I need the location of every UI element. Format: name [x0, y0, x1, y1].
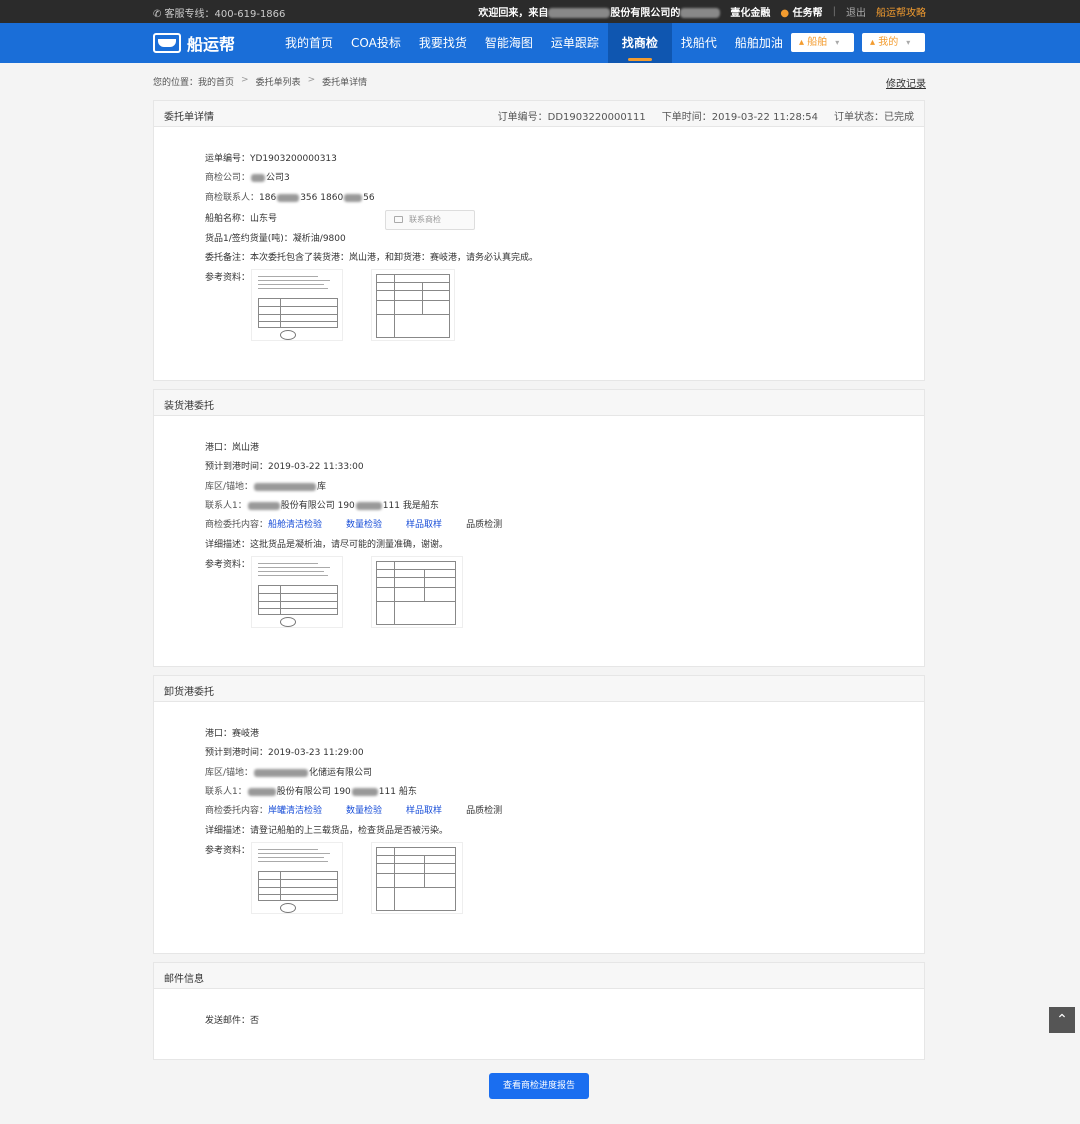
- inspection-content: 商检委托内容：船舱清洁检验 数量检验 样品取样 品质检测: [205, 520, 503, 530]
- eta: 预计到港时间：2019-03-23 11:29:00: [205, 748, 364, 758]
- nav-item-inspection[interactable]: 找商检: [607, 23, 672, 63]
- inspection-company: 商检公司： 公司3: [205, 173, 290, 183]
- nav-item-home[interactable]: 我的首页: [276, 23, 342, 63]
- welcome-text: 欢迎回来，来自 股份有限公司的: [478, 4, 721, 19]
- contact-inspection-button[interactable]: 联系商检: [385, 210, 475, 230]
- user-icon: ▴: [870, 37, 876, 48]
- logo-icon: [153, 33, 181, 53]
- panel-title: 邮件信息: [164, 974, 204, 985]
- inspection-item-link[interactable]: 数量检验: [346, 520, 382, 530]
- port-name: 港口：赛岐港: [205, 729, 260, 739]
- order-detail-panel: 委托单详情 订单编号：DD1903220000111 下单时间：2019-03-…: [153, 100, 925, 381]
- detail-description: 详细描述：这批货品是凝析油，请尽可能的测量准确，谢谢。: [205, 540, 449, 550]
- guide-link[interactable]: 船运帮攻略: [876, 4, 926, 19]
- order-time: 下单时间：2019-03-22 11:28:54: [661, 112, 818, 123]
- hotline-text: ✆ 客服专线：400-619-1866: [153, 9, 286, 20]
- nav-item-smart-chart[interactable]: 智能海图: [476, 23, 542, 63]
- reference-document-thumbnail[interactable]: [251, 269, 343, 341]
- cargo-info: 货品1/签约货量(吨)：凝析油/9800: [205, 234, 346, 244]
- chat-icon: ●: [780, 8, 790, 19]
- main-nav: 船运帮 我的首页 COA投标 我要找货 智能海图 运单跟踪 找商检 找船代 船舶…: [0, 23, 1080, 63]
- ship-name: 船舶名称：山东号: [205, 214, 278, 224]
- inspection-item-link[interactable]: 船舱清洁检验: [268, 520, 322, 530]
- storage-area: 库区/锚地：库: [205, 482, 327, 492]
- order-meta: 订单编号：DD1903220000111 下单时间：2019-03-22 11:…: [498, 108, 914, 123]
- panel-header: 委托单详情 订单编号：DD1903220000111 下单时间：2019-03-…: [154, 101, 924, 127]
- chevron-down-icon: ▾: [835, 38, 840, 47]
- panel-title: 卸货港委托: [164, 687, 214, 698]
- breadcrumb-current: 委托单详情: [322, 78, 368, 88]
- panel-header: 装货港委托: [154, 390, 924, 416]
- inspection-item: 品质检测: [466, 520, 503, 530]
- mail-info-panel: 邮件信息 发送邮件：否: [153, 962, 925, 1060]
- logo-text: 船运帮: [187, 35, 236, 54]
- panel-header: 邮件信息: [154, 963, 924, 989]
- port-name: 港口：岚山港: [205, 443, 260, 453]
- logo[interactable]: 船运帮: [153, 31, 235, 55]
- nav-items: 我的首页 COA投标 我要找货 智能海图 运单跟踪 找商检 找船代 船舶加油: [276, 23, 792, 63]
- reference-label: 参考资料：: [205, 560, 251, 570]
- order-number: 订单编号：DD1903220000111: [497, 112, 646, 123]
- storage-area: 库区/锚地： 化储运有限公司: [205, 768, 373, 778]
- nav-item-find-cargo[interactable]: 我要找货: [410, 23, 476, 63]
- breadcrumb-home[interactable]: 您的位置：我的首页: [153, 75, 234, 88]
- loading-port-panel: 装货港委托 港口：岚山港 预计到港时间：2019-03-22 11:33:00 …: [153, 389, 925, 667]
- inspection-item-link[interactable]: 数量检验: [346, 806, 382, 816]
- contact-person: 联系人1： 股份有限公司 190 111 船东: [205, 787, 417, 797]
- panel-header: 卸货港委托: [154, 676, 924, 702]
- breadcrumb: 您的位置：我的首页 > 委托单列表 > 委托单详情: [153, 75, 368, 88]
- view-report-button[interactable]: 查看商检进度报告: [489, 1073, 589, 1099]
- panel-title: 委托单详情: [164, 112, 214, 123]
- nav-item-ship-agent[interactable]: 找船代: [672, 23, 726, 63]
- send-mail-status: 发送邮件：否: [205, 1016, 260, 1026]
- inspection-item-link[interactable]: 样品取样: [406, 806, 442, 816]
- nav-item-bunkering[interactable]: 船舶加油: [726, 23, 792, 63]
- nav-item-coa[interactable]: COA投标: [342, 23, 410, 63]
- finance-link[interactable]: 壹化金融: [730, 4, 770, 19]
- inspection-item: 品质检测: [466, 806, 503, 816]
- waybill-number: 运单编号：YD1903200000313: [205, 154, 337, 164]
- task-link[interactable]: ● 任务帮: [780, 4, 822, 19]
- reference-document-thumbnail[interactable]: [251, 556, 343, 628]
- top-right-links: 欢迎回来，来自 股份有限公司的 壹化金融 ● 任务帮 | 退出 船运帮攻略: [478, 4, 926, 19]
- contact-person: 联系人1： 股份有限公司 190 111 我是船东: [205, 501, 439, 511]
- inspection-contact: 商检联系人：186 356 1860 56: [205, 193, 375, 203]
- modify-log-link[interactable]: 修改记录: [886, 75, 926, 90]
- reference-document-thumbnail[interactable]: [251, 842, 343, 914]
- detail-description: 详细描述：请登记船舶的上三载货品，检查货品是否被污染。: [205, 826, 449, 836]
- mine-dropdown-button[interactable]: ▴ 我的 ▾: [862, 33, 925, 52]
- reference-document-thumbnail[interactable]: [371, 556, 463, 628]
- order-status: 订单状态：已完成: [834, 112, 914, 123]
- divider: |: [832, 6, 836, 17]
- chevron-down-icon: ▾: [906, 38, 911, 47]
- reference-label: 参考资料：: [205, 846, 251, 856]
- scroll-to-top-button[interactable]: ⌃: [1049, 1007, 1075, 1033]
- reference-document-thumbnail[interactable]: [371, 269, 455, 341]
- ship-icon: ▴: [799, 37, 805, 48]
- unloading-port-panel: 卸货港委托 港口：赛岐港 预计到港时间：2019-03-23 11:29:00 …: [153, 675, 925, 954]
- breadcrumb-list[interactable]: 委托单列表: [256, 75, 301, 88]
- ship-dropdown-button[interactable]: ▴ 船舶 ▾: [791, 33, 854, 52]
- reference-label: 参考资料：: [205, 273, 251, 283]
- inspection-item-link[interactable]: 样品取样: [406, 520, 442, 530]
- inspection-item-link[interactable]: 岸罐清洁检验: [268, 806, 322, 816]
- chat-icon: [394, 216, 403, 223]
- order-remark: 委托备注：本次委托包含了装货港：岚山港，和卸货港：赛岐港，请务必认真完成。: [205, 253, 539, 263]
- nav-item-tracking[interactable]: 运单跟踪: [542, 23, 608, 63]
- eta: 预计到港时间：2019-03-22 11:33:00: [205, 462, 364, 472]
- panel-title: 装货港委托: [164, 401, 214, 412]
- top-bar: ✆ 客服专线：400-619-1866 欢迎回来，来自 股份有限公司的 壹化金融 …: [0, 0, 1080, 23]
- inspection-content: 商检委托内容：岸罐清洁检验 数量检验 样品取样 品质检测: [205, 806, 503, 816]
- chevron-up-icon: ⌃: [1056, 1012, 1068, 1028]
- logout-link[interactable]: 退出: [846, 4, 866, 19]
- reference-document-thumbnail[interactable]: [371, 842, 463, 914]
